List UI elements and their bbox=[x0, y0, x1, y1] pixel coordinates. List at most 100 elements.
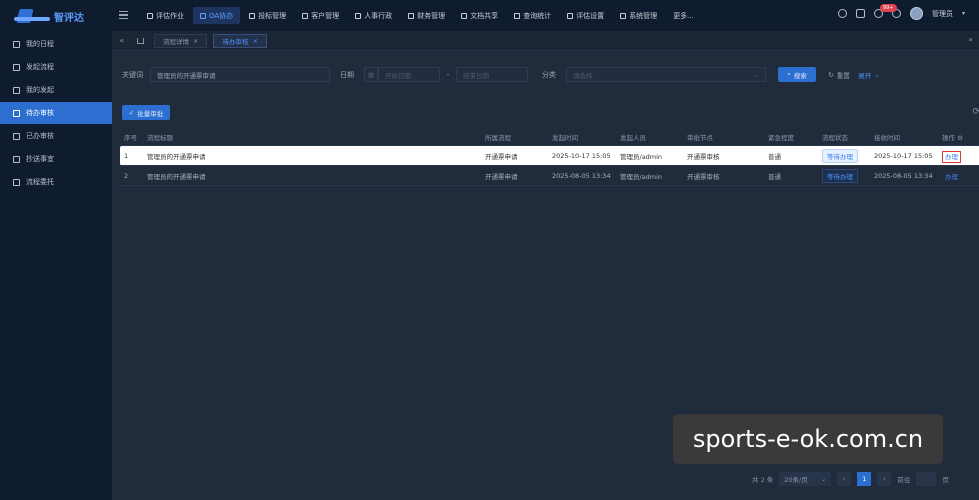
col-action: 操作 ⚙ bbox=[942, 132, 966, 142]
tabs-right-arrow-icon[interactable]: » bbox=[968, 35, 973, 44]
category-label: 分类 bbox=[542, 70, 556, 79]
nav-item-label: 人事行政 bbox=[364, 11, 393, 20]
sidebar-item-schedule[interactable]: 我的日程 bbox=[0, 33, 112, 55]
table-row[interactable]: 1 管理员的开通票申请 开通票申请 2025-10-17 15:05 管理员/a… bbox=[120, 146, 979, 166]
col-urgency: 紧急程度 bbox=[768, 134, 794, 142]
batch-approve-label: 批量审批 bbox=[137, 109, 164, 118]
nav-item-label: 更多... bbox=[673, 11, 694, 20]
nav-item-label: 投标管理 bbox=[258, 11, 287, 20]
col-action-label: 操作 bbox=[942, 134, 955, 142]
sidebar: 我的日程 发起流程 我的发起 待办审核 已办审核 抄送事宜 流程委托 bbox=[0, 31, 112, 500]
next-page-button[interactable]: › bbox=[877, 472, 892, 486]
nav-item-docs[interactable]: 文档共享 bbox=[454, 7, 505, 24]
search-icon[interactable] bbox=[837, 9, 847, 18]
nav-item-label: 系统管理 bbox=[629, 11, 658, 20]
search-button[interactable]: ⌕ 搜索 bbox=[778, 67, 816, 82]
keyword-label: 关键词 bbox=[122, 70, 143, 79]
nav-item-finance[interactable]: 财务管理 bbox=[401, 7, 452, 24]
col-node: 审批节点 bbox=[687, 134, 713, 142]
sidebar-item-pending[interactable]: 待办审核 bbox=[0, 102, 112, 124]
nav-item-more[interactable]: 更多... bbox=[666, 7, 701, 24]
home-icon[interactable] bbox=[132, 33, 148, 49]
col-received: 接收时间 bbox=[874, 134, 900, 142]
header-right: 管理员 ▾ bbox=[837, 7, 965, 20]
tabs-left-arrow-icon[interactable]: « bbox=[112, 36, 132, 45]
cell-no: 1 bbox=[124, 151, 129, 160]
page-number[interactable]: 1 bbox=[857, 472, 872, 486]
goto-label: 前往 bbox=[897, 476, 911, 484]
search-icon: ⌕ bbox=[787, 70, 791, 78]
cell-received: 2025-10-17 15:05 bbox=[874, 151, 933, 160]
nav-item-hr[interactable]: 人事行政 bbox=[348, 7, 399, 24]
sidebar-item-done[interactable]: 已办审核 bbox=[0, 125, 112, 147]
chevron-down-icon: ⌄ bbox=[753, 70, 759, 79]
sidebar-item-my-started[interactable]: 我的发起 bbox=[0, 79, 112, 101]
page-size-select[interactable]: 20条/页 ⌄ bbox=[779, 472, 832, 486]
close-icon[interactable]: × bbox=[252, 37, 257, 45]
pagination: 共 2 条 20条/页 ⌄ ‹ 1 › 前往 页 bbox=[752, 472, 972, 486]
keyword-input[interactable]: 管理员的开通票审请 bbox=[150, 67, 330, 82]
cell-title: 管理员的开通票申请 bbox=[147, 172, 206, 181]
sidebar-item-label: 发起流程 bbox=[26, 63, 54, 71]
reset-button[interactable]: ↻ 重置 bbox=[822, 67, 856, 82]
sidebar-item-start-flow[interactable]: 发起流程 bbox=[0, 56, 112, 78]
nav-item-settings[interactable]: 评估设置 bbox=[560, 7, 611, 24]
flow-icon bbox=[13, 63, 20, 71]
prev-page-button[interactable]: ‹ bbox=[837, 472, 852, 486]
date-end-placeholder: 结束日期 bbox=[463, 71, 489, 80]
cell-flow: 开通票申请 bbox=[485, 172, 518, 181]
goto-input[interactable] bbox=[916, 472, 937, 486]
table-row[interactable]: 2 管理员的开通票申请 开通票申请 2025-08-05 13:34 管理员/a… bbox=[120, 166, 979, 186]
date-end-input[interactable]: 结束日期 bbox=[456, 67, 528, 82]
nav-icon bbox=[302, 12, 309, 19]
batch-approve-button[interactable]: ✓ 批量审批 bbox=[122, 105, 170, 120]
nav-item-assessment[interactable]: 评估作业 bbox=[140, 7, 191, 24]
nav-item-customers[interactable]: 客户管理 bbox=[295, 7, 346, 24]
nav-item-system[interactable]: 系统管理 bbox=[613, 7, 664, 24]
close-icon[interactable]: × bbox=[193, 37, 198, 45]
refresh-icon[interactable]: ⟳ bbox=[972, 107, 979, 117]
date-start-input[interactable]: 开始日期 bbox=[378, 67, 440, 82]
handle-link[interactable]: 办理 bbox=[942, 172, 961, 182]
expand-button[interactable]: 展开 ⌄ bbox=[856, 67, 882, 82]
nav-item-oa[interactable]: OA协办 bbox=[193, 7, 241, 24]
cell-start-time: 2025-08-05 13:34 bbox=[552, 171, 611, 180]
sidebar-item-delegate[interactable]: 流程委托 bbox=[0, 171, 112, 193]
calendar-icon bbox=[13, 40, 20, 48]
sidebar-item-cc[interactable]: 抄送事宜 bbox=[0, 148, 112, 170]
filter-bar: 关键词 管理员的开通票审请 日期 ▦ 开始日期 - 结束日期 分类 请选择 ⌄ ⌕… bbox=[120, 59, 971, 90]
settings-icon[interactable]: ⚙ bbox=[957, 134, 963, 142]
chevron-down-icon: ⌄ bbox=[820, 475, 827, 483]
app-logo[interactable]: 智评达 bbox=[14, 5, 94, 27]
nav-icon bbox=[620, 12, 627, 19]
nav-item-stats[interactable]: 查询统计 bbox=[507, 7, 558, 24]
expand-button-label: 展开 bbox=[858, 71, 872, 80]
date-start-placeholder: 开始日期 bbox=[385, 71, 411, 80]
nav-item-label: 评估设置 bbox=[576, 11, 605, 20]
chevron-down-icon[interactable]: ▾ bbox=[962, 10, 965, 17]
pending-table: 序号 流程标题 所属流程 发起时间 发起人员 审批节点 紧急程度 流程状态 接收… bbox=[120, 129, 979, 186]
status-badge: 等待办理 bbox=[822, 168, 858, 183]
app-name: 智评达 bbox=[54, 12, 84, 24]
col-no: 序号 bbox=[124, 134, 137, 142]
tab-flow-detail[interactable]: 流程详情 × bbox=[154, 33, 208, 48]
page-unit: 页 bbox=[942, 476, 949, 484]
menu-toggle-icon[interactable] bbox=[119, 11, 128, 19]
screen-icon[interactable] bbox=[855, 9, 865, 18]
user-name[interactable]: 管理员 bbox=[932, 9, 953, 19]
nav-icon bbox=[200, 12, 206, 19]
nav-item-label: OA协办 bbox=[209, 11, 234, 20]
cell-status: 等待办理 bbox=[822, 148, 874, 163]
cell-status: 等待办理 bbox=[822, 168, 874, 183]
calendar-icon[interactable]: ▦ bbox=[364, 67, 378, 82]
col-title: 流程标题 bbox=[147, 134, 173, 142]
inbox-icon bbox=[13, 109, 20, 117]
avatar[interactable] bbox=[909, 7, 923, 20]
top-nav: 评估作业 OA协办 投标管理 客户管理 人事行政 财务管理 文档共享 查询统计 … bbox=[140, 7, 701, 24]
nav-item-label: 客户管理 bbox=[311, 11, 340, 20]
handle-link[interactable]: 办理 bbox=[942, 150, 961, 163]
tab-pending[interactable]: 待办审核 × bbox=[213, 33, 267, 48]
cell-action: 办理 bbox=[942, 150, 966, 163]
category-select[interactable]: 请选择 ⌄ bbox=[566, 67, 766, 82]
nav-item-bidding[interactable]: 投标管理 bbox=[242, 7, 293, 24]
